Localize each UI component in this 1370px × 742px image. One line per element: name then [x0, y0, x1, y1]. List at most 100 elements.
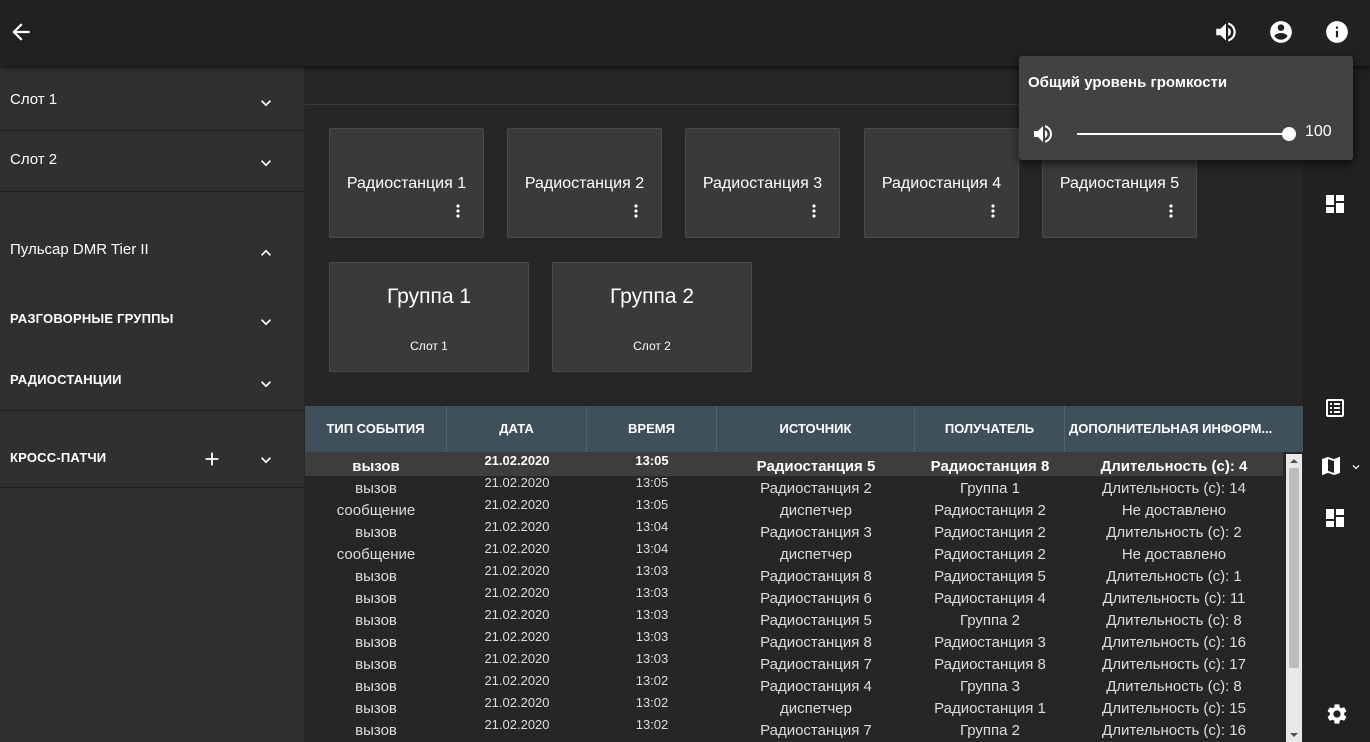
table-row[interactable]: вызов 21.02.2020 13:05 Радиостанция 5 Ра… [305, 452, 1283, 476]
column-header-target[interactable]: ПОЛУЧАТЕЛЬ [915, 406, 1065, 452]
more-vert-icon[interactable] [1161, 201, 1181, 221]
column-header-type[interactable]: ТИП СОБЫТИЯ [305, 406, 447, 452]
chevron-up-icon [261, 249, 271, 256]
group-card-1[interactable]: Группа 1 Слот 1 [329, 262, 529, 372]
table-row[interactable]: вызов 21.02.2020 13:03 Радиостанция 5 Гр… [305, 606, 1283, 630]
left-sidebar: Слот 1 Слот 2 Пульсар DMR Tier II РАЗГОВ… [0, 66, 305, 742]
main-content: Радиостанция 1 Радиостанция 2 Радиостанц… [305, 66, 1303, 742]
cell-type: вызов [355, 634, 397, 651]
map-icon[interactable] [1319, 454, 1343, 478]
sidebar-item-system[interactable]: Пульсар DMR Tier II [0, 216, 305, 276]
more-vert-icon[interactable] [448, 201, 468, 221]
dashboard-icon[interactable] [1323, 506, 1347, 530]
column-header-time[interactable]: ВРЕМЯ [587, 406, 717, 452]
events-table-body: вызов 21.02.2020 13:05 Радиостанция 5 Ра… [305, 452, 1303, 742]
volume-title: Общий уровень громкости [1028, 74, 1228, 91]
table-row[interactable]: вызов 21.02.2020 13:02 Радиостанция 7 Гр… [305, 716, 1283, 740]
cell-info: Не доставлено [1121, 546, 1227, 563]
cell-target: Радиостанция 3 [934, 634, 1046, 651]
plus-icon[interactable] [201, 448, 223, 470]
sidebar-item-crosspatch[interactable]: КРОСС-ПАТЧИ [0, 430, 305, 486]
cell-info: Длительность (с): 8 [1106, 678, 1242, 695]
table-scrollbar[interactable] [1286, 454, 1302, 742]
table-row[interactable]: вызов 21.02.2020 13:03 Радиостанция 7 Ра… [305, 650, 1283, 674]
cell-target: Радиостанция 1 [934, 700, 1046, 717]
gear-icon[interactable] [1325, 702, 1349, 726]
cell-type: вызов [355, 568, 397, 585]
sidebar-item-slot2[interactable]: Слот 2 [0, 131, 305, 191]
chevron-down-icon [261, 319, 271, 326]
sidebar-item-label: Слот 2 [10, 151, 58, 168]
column-header-date[interactable]: ДАТА [447, 406, 587, 452]
scroll-down-icon[interactable] [1286, 728, 1302, 742]
cell-source: Радиостанция 2 [760, 480, 872, 497]
sidebar-item-slot1[interactable]: Слот 1 [0, 66, 305, 130]
sidebar-item-label: РАДИОСТАНЦИИ [10, 372, 122, 387]
volume-icon[interactable] [1031, 122, 1055, 146]
radio-card-1[interactable]: Радиостанция 1 [329, 128, 484, 238]
cell-source: диспетчер [780, 546, 852, 563]
column-header-source[interactable]: ИСТОЧНИК [717, 406, 915, 452]
cell-time: 13:04 [635, 541, 669, 556]
more-vert-icon[interactable] [983, 201, 1003, 221]
cell-time: 13:03 [635, 607, 669, 622]
cell-type: вызов [352, 458, 400, 475]
table-row[interactable]: вызов 21.02.2020 13:04 Радиостанция 3 Ра… [305, 518, 1283, 542]
scroll-up-icon[interactable] [1286, 454, 1302, 468]
account-icon[interactable] [1268, 19, 1294, 45]
cell-type: вызов [355, 524, 397, 541]
table-row[interactable]: вызов 21.02.2020 13:02 диспетчер Радиост… [305, 694, 1283, 718]
cell-source: Радиостанция 6 [760, 590, 872, 607]
scrollbar-thumb[interactable] [1289, 468, 1299, 668]
list-icon[interactable] [1323, 396, 1347, 420]
info-icon[interactable] [1324, 19, 1350, 45]
more-vert-icon[interactable] [804, 201, 824, 221]
cell-type: вызов [355, 700, 397, 717]
radio-card-label: Радиостанция 5 [1059, 175, 1180, 192]
sidebar-divider [0, 191, 305, 192]
table-row[interactable]: вызов 21.02.2020 13:03 Радиостанция 8 Ра… [305, 628, 1283, 652]
group-card-2[interactable]: Группа 2 Слот 2 [552, 262, 752, 372]
chevron-down-icon [261, 100, 271, 107]
cell-info: Длительность (с): 4 [1100, 458, 1248, 475]
table-row[interactable]: вызов 21.02.2020 13:05 Радиостанция 2 Гр… [305, 474, 1283, 498]
back-arrow-icon[interactable] [8, 19, 34, 45]
volume-slider-thumb[interactable] [1282, 127, 1296, 141]
cell-date: 21.02.2020 [484, 585, 550, 600]
radio-card-2[interactable]: Радиостанция 2 [507, 128, 662, 238]
dashboard-icon[interactable] [1323, 192, 1347, 216]
cell-info: Не доставлено [1121, 502, 1227, 519]
more-vert-icon[interactable] [626, 201, 646, 221]
radio-card-label: Радиостанция 2 [524, 175, 645, 192]
sidebar-item-radios[interactable]: РАДИОСТАНЦИИ [0, 354, 305, 404]
chevron-down-icon[interactable] [1349, 460, 1363, 474]
cell-time: 13:02 [635, 673, 669, 688]
cell-target: Радиостанция 2 [934, 502, 1046, 519]
cell-time: 13:02 [635, 695, 669, 710]
column-header-info[interactable]: ДОПОЛНИТЕЛЬНАЯ ИНФОРМ... [1065, 406, 1299, 452]
cell-info: Длительность (с): 16 [1102, 722, 1246, 739]
sidebar-item-talkgroups[interactable]: РАЗГОВОРНЫЕ ГРУППЫ [0, 294, 305, 344]
cell-date: 21.02.2020 [484, 497, 550, 512]
events-table-header: ТИП СОБЫТИЯ ДАТА ВРЕМЯ ИСТОЧНИК ПОЛУЧАТЕ… [305, 406, 1303, 452]
radio-card-4[interactable]: Радиостанция 4 [864, 128, 1019, 238]
table-row[interactable]: сообщение 21.02.2020 13:04 диспетчер Рад… [305, 540, 1283, 564]
cell-source: Радиостанция 5 [760, 612, 872, 629]
cell-time: 13:03 [635, 585, 669, 600]
table-row[interactable]: вызов 21.02.2020 13:02 Радиостанция 4 Гр… [305, 672, 1283, 696]
cell-source: диспетчер [780, 700, 852, 717]
volume-slider-fill [1077, 133, 1289, 135]
cell-target: Группа 1 [959, 480, 1021, 497]
cell-time: 13:05 [635, 453, 669, 468]
radio-card-3[interactable]: Радиостанция 3 [685, 128, 840, 238]
table-row[interactable]: сообщение 21.02.2020 13:05 диспетчер Рад… [305, 496, 1283, 520]
cell-time: 13:05 [635, 475, 669, 490]
cell-date: 21.02.2020 [484, 695, 550, 710]
cell-date: 21.02.2020 [484, 673, 550, 688]
volume-slider[interactable] [1077, 127, 1296, 141]
table-row[interactable]: вызов 21.02.2020 13:03 Радиостанция 8 Ра… [305, 562, 1283, 586]
volume-icon[interactable] [1213, 19, 1239, 45]
chevron-down-icon[interactable] [256, 450, 276, 470]
table-row[interactable]: вызов 21.02.2020 13:03 Радиостанция 6 Ра… [305, 584, 1283, 608]
sidebar-divider [0, 487, 305, 488]
